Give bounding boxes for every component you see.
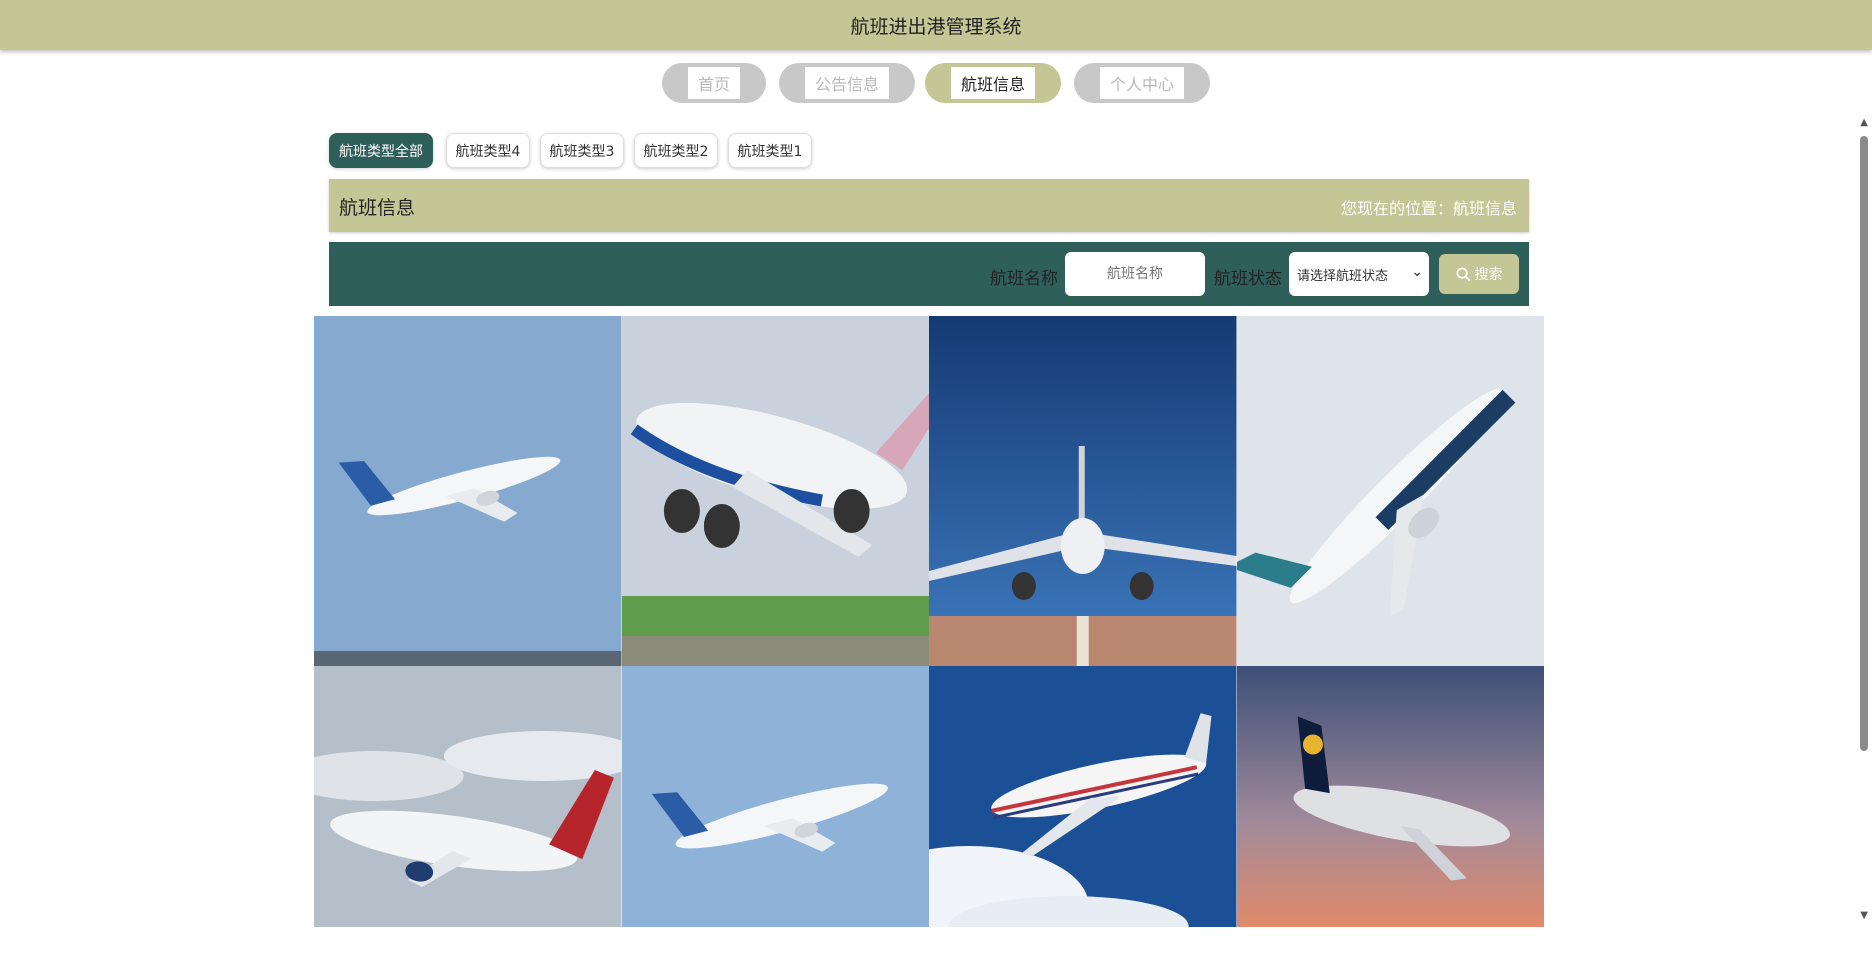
flight-status-select[interactable]: 请选择航班状态 ⌄: [1289, 252, 1429, 296]
nav-item-label: 航班信息: [950, 67, 1035, 99]
airplane-photo: [929, 316, 1237, 666]
flight-card[interactable]: [314, 666, 622, 927]
page-header: 航班进出港管理系统: [0, 0, 1872, 50]
nav-item-label: 公告信息: [804, 67, 889, 99]
search-button-label: 搜索: [1474, 267, 1503, 283]
airplane-photo: [1236, 316, 1544, 666]
flight-grid: [314, 316, 1544, 927]
airplane-photo: [621, 666, 929, 927]
nav-item-notices[interactable]: 公告信息: [779, 63, 915, 103]
nav-item-label: 个人中心: [1099, 67, 1184, 99]
flight-status-selected: 请选择航班状态: [1297, 268, 1389, 284]
section-header: 航班信息 您现在的位置：航班信息: [329, 179, 1529, 232]
category-2-button[interactable]: 航班类型2: [634, 133, 718, 168]
airplane-photo: [1236, 666, 1544, 927]
flight-name-label: 航班名称: [990, 269, 1058, 289]
flight-card[interactable]: [929, 666, 1237, 927]
airplane-photo: [314, 316, 622, 666]
category-all-button[interactable]: 航班类型全部: [329, 133, 433, 168]
search-button[interactable]: 搜索: [1439, 254, 1519, 294]
category-4-button[interactable]: 航班类型4: [446, 133, 530, 168]
category-1-button[interactable]: 航班类型1: [728, 133, 812, 168]
flight-card[interactable]: [929, 316, 1237, 666]
flight-card[interactable]: [621, 666, 929, 927]
nav-item-profile[interactable]: 个人中心: [1074, 63, 1210, 103]
nav-item-home[interactable]: 首页: [662, 63, 766, 103]
category-3-button[interactable]: 航班类型3: [540, 133, 624, 168]
nav-item-flights[interactable]: 航班信息: [925, 63, 1061, 103]
flight-card[interactable]: [314, 316, 622, 666]
nav-item-label: 首页: [687, 67, 740, 99]
flight-status-label: 航班状态: [1214, 269, 1282, 289]
page-title: 航班进出港管理系统: [850, 15, 1022, 38]
search-icon: [1456, 267, 1470, 281]
main-nav: 首页 公告信息 航班信息 个人中心: [0, 63, 1872, 103]
breadcrumb: 您现在的位置：航班信息: [1340, 199, 1517, 218]
search-bar: 航班名称 航班状态 请选择航班状态 ⌄ 搜索: [329, 242, 1529, 306]
section-title: 航班信息: [339, 197, 416, 219]
airplane-photo: [929, 666, 1237, 927]
airplane-photo: [621, 316, 929, 666]
airplane-photo: [314, 666, 622, 927]
flight-card[interactable]: [1236, 666, 1544, 927]
scrollbar-thumb[interactable]: [1860, 136, 1868, 751]
flight-card[interactable]: [621, 316, 929, 666]
scroll-up-arrow-icon[interactable]: ▲: [1860, 117, 1868, 128]
scroll-down-arrow-icon[interactable]: ▼: [1860, 910, 1868, 921]
flight-card[interactable]: [1236, 316, 1544, 666]
flight-name-input[interactable]: [1065, 252, 1205, 296]
chevron-down-icon: ⌄: [1411, 264, 1423, 280]
